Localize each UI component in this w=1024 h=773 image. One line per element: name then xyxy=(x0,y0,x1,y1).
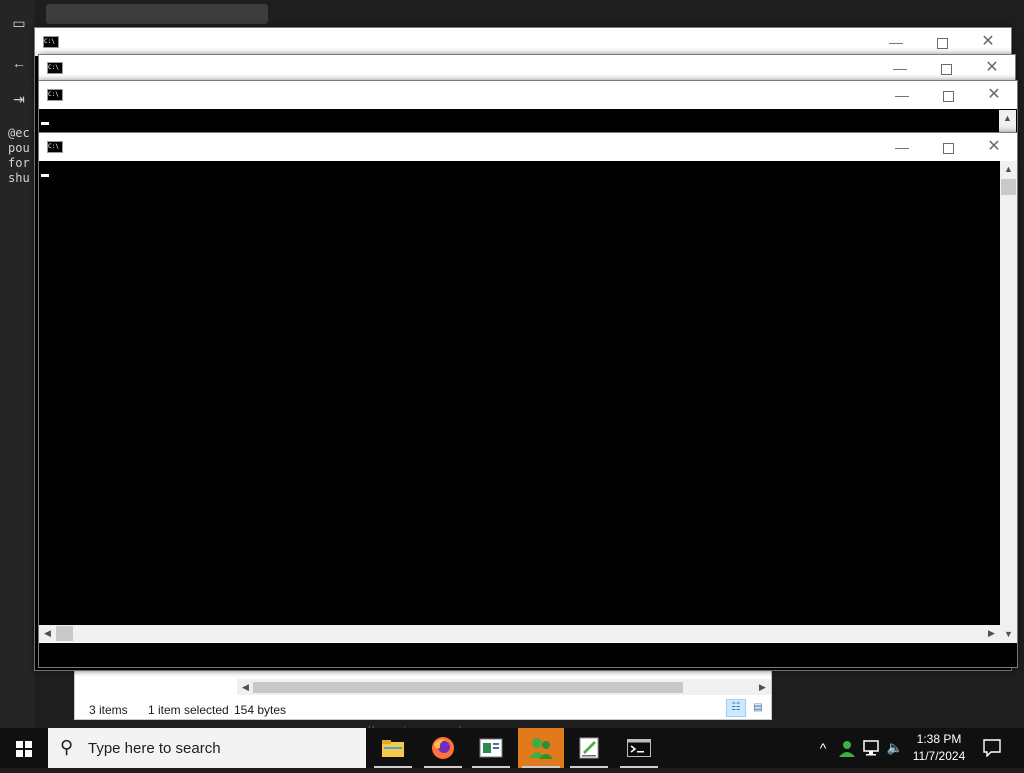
close-button[interactable]: ✕ xyxy=(971,81,1017,109)
search-box[interactable]: ⚲ Type here to search xyxy=(48,728,366,768)
cmd-icon: C:\ xyxy=(43,36,59,48)
chevron-up-icon: ^ xyxy=(819,740,827,756)
maximize-icon xyxy=(942,90,954,102)
titlebar[interactable]: C:\ — ✕ xyxy=(39,55,1015,81)
scroll-up-arrow[interactable]: ▲ xyxy=(1000,161,1017,178)
user-tray-icon xyxy=(839,741,855,757)
user-manager-app[interactable] xyxy=(518,728,564,768)
volume-icon: 🔈 xyxy=(886,740,904,755)
editor-code: @ec pou for shu xyxy=(8,126,34,186)
maximize-button[interactable] xyxy=(919,28,965,56)
minimize-button[interactable]: — xyxy=(879,81,925,109)
network-app[interactable] xyxy=(468,728,514,768)
titlebar[interactable]: C:\ — ✕ xyxy=(39,81,1017,109)
editor-tab[interactable] xyxy=(46,4,268,24)
user-manager-icon xyxy=(529,738,553,759)
selection-size: 154 bytes xyxy=(234,703,287,717)
cmd-icon: C:\ xyxy=(47,89,63,101)
maximize-icon xyxy=(940,63,952,75)
cmd-icon xyxy=(627,739,651,757)
notepad-app[interactable] xyxy=(566,728,612,768)
close-button[interactable]: ✕ xyxy=(965,28,1011,56)
network-icon xyxy=(863,740,879,756)
taskbar: ⚲ Type here to search ^ 🔈 1:38 PM 11/7/2… xyxy=(0,728,1024,768)
console-area[interactable] xyxy=(39,161,1000,625)
scroll-left-arrow[interactable]: ◀ xyxy=(39,625,56,642)
selection-status: 1 item selected xyxy=(148,703,229,717)
cmd-app[interactable] xyxy=(616,728,662,768)
maximize-button[interactable] xyxy=(923,55,969,81)
cmd-icon: C:\ xyxy=(47,62,63,74)
text-cursor xyxy=(41,122,49,125)
back-arrow-icon[interactable]: ← xyxy=(10,54,28,72)
explorer-icon[interactable]: ▭ xyxy=(10,14,28,32)
file-explorer-window: ◀ ▶ 3 items 1 item selected 154 bytes ☷ … xyxy=(74,668,772,720)
minimize-button[interactable]: — xyxy=(879,133,925,161)
search-icon: ⚲ xyxy=(60,737,74,757)
volume-tray[interactable]: 🔈 xyxy=(884,728,906,768)
scroll-thumb[interactable] xyxy=(253,682,683,693)
clock-date: 11/7/2024 xyxy=(912,749,966,763)
user-status-tray[interactable] xyxy=(836,728,858,768)
minimize-button[interactable]: — xyxy=(873,28,919,56)
start-button[interactable] xyxy=(0,728,48,768)
notepad-icon xyxy=(579,737,599,759)
notification-button[interactable] xyxy=(978,728,1006,768)
windows-logo-icon xyxy=(16,741,32,757)
sign-in-icon[interactable]: ⇥ xyxy=(10,90,28,108)
maximize-button[interactable] xyxy=(925,133,971,161)
clock-time: 1:38 PM xyxy=(916,732,962,746)
close-button[interactable]: ✕ xyxy=(969,55,1015,81)
show-hidden-icons-button[interactable]: ^ xyxy=(812,728,834,768)
code-line: for xyxy=(8,156,30,170)
close-button[interactable]: ✕ xyxy=(971,133,1017,161)
notification-icon xyxy=(983,739,1001,758)
scroll-left-arrow[interactable]: ◀ xyxy=(237,679,254,696)
titlebar[interactable]: C:\ — ✕ xyxy=(35,28,1011,56)
explorer-horizontal-scrollbar[interactable]: ◀ ▶ xyxy=(237,679,771,695)
maximize-button[interactable] xyxy=(925,81,971,109)
minimize-button[interactable]: — xyxy=(877,55,923,81)
maximize-icon xyxy=(942,142,954,154)
console-bottom xyxy=(39,643,1017,667)
code-line: pou xyxy=(8,141,30,155)
scroll-down-arrow[interactable]: ▼ xyxy=(1000,626,1017,643)
code-line: @ec xyxy=(8,126,30,140)
network-app-icon xyxy=(479,738,503,758)
large-icons-view-button[interactable]: ▤ xyxy=(748,699,768,717)
clock[interactable]: 1:38 PM 11/7/2024 xyxy=(906,731,972,765)
cmd-window-4[interactable]: C:\ — ✕ ▲ ▼ ◀ ▶ xyxy=(38,132,1018,668)
scroll-right-arrow[interactable]: ▶ xyxy=(754,679,771,696)
titlebar[interactable]: C:\ — ✕ xyxy=(39,133,1017,161)
network-tray[interactable] xyxy=(860,728,884,768)
search-placeholder: Type here to search xyxy=(88,740,221,757)
maximize-icon xyxy=(936,37,948,49)
code-line: shu xyxy=(8,171,30,185)
scroll-right-arrow[interactable]: ▶ xyxy=(983,625,1000,642)
file-explorer-app[interactable] xyxy=(370,728,416,768)
item-count: 3 items xyxy=(89,703,128,717)
scroll-thumb[interactable] xyxy=(56,626,73,641)
firefox-app[interactable] xyxy=(420,728,466,768)
editor-activity-bar xyxy=(0,0,34,728)
file-explorer-icon xyxy=(382,740,404,757)
scroll-thumb[interactable] xyxy=(1001,179,1016,195)
cmd-icon: C:\ xyxy=(47,141,63,153)
horizontal-scrollbar[interactable]: ◀ ▶ xyxy=(39,625,1000,642)
details-view-button[interactable]: ☷ xyxy=(726,699,746,717)
firefox-icon xyxy=(432,737,454,759)
scroll-up-arrow[interactable]: ▲ xyxy=(999,110,1016,127)
vertical-scrollbar[interactable]: ▲ ▼ xyxy=(1000,161,1017,643)
cmd-window-3[interactable]: C:\ — ✕ ▲ xyxy=(38,80,1018,141)
text-cursor xyxy=(41,174,49,177)
